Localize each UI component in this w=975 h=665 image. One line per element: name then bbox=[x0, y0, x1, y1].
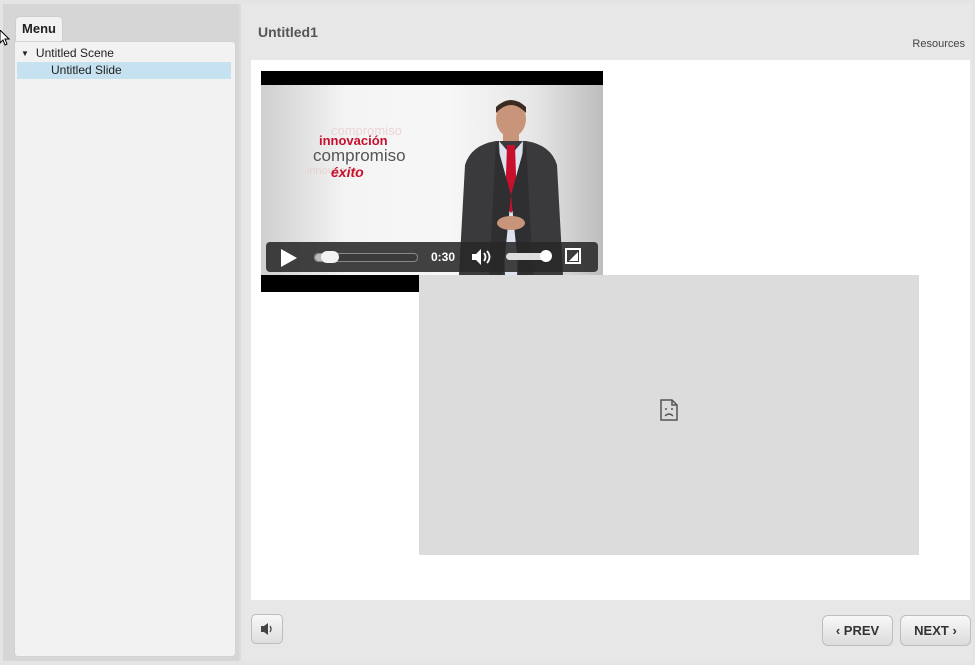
volume-icon[interactable] bbox=[471, 248, 495, 266]
seek-handle[interactable] bbox=[321, 251, 340, 263]
resources-link[interactable]: Resources bbox=[912, 38, 965, 50]
sidebar: Menu ▼ Untitled Scene Untitled Slide bbox=[3, 4, 239, 661]
video-letterbox bbox=[261, 277, 419, 291]
next-button[interactable]: NEXT › bbox=[900, 615, 971, 646]
menu-tab[interactable]: Menu bbox=[15, 16, 63, 43]
overlay-word: éxito bbox=[331, 164, 364, 180]
video-controls: 0:30 bbox=[266, 242, 598, 272]
slide-stage: compromiso innovación innovación comprom… bbox=[251, 60, 970, 600]
overlay-word: compromiso bbox=[313, 146, 406, 165]
prev-label: PREV bbox=[843, 623, 880, 638]
course-title: Untitled1 bbox=[258, 24, 318, 40]
menu-panel: ▼ Untitled Scene Untitled Slide bbox=[14, 41, 236, 657]
slide-item[interactable]: Untitled Slide bbox=[17, 62, 231, 79]
volume-handle[interactable] bbox=[540, 250, 552, 262]
expand-arrow-icon[interactable]: ▼ bbox=[21, 45, 29, 62]
play-icon[interactable] bbox=[281, 249, 297, 267]
speaker-icon bbox=[261, 623, 272, 635]
chevron-left-icon: ‹ bbox=[835, 623, 841, 638]
seek-bar[interactable] bbox=[314, 251, 418, 263]
fullscreen-icon[interactable] bbox=[565, 248, 581, 264]
chevron-right-icon: › bbox=[952, 623, 957, 638]
broken-page-icon bbox=[660, 399, 678, 421]
web-object-placeholder bbox=[419, 275, 919, 555]
mute-button[interactable] bbox=[251, 614, 283, 644]
prev-button[interactable]: ‹ PREV bbox=[822, 615, 893, 646]
video-time: 0:30 bbox=[431, 250, 456, 264]
mouse-cursor-icon bbox=[0, 30, 10, 46]
scene-label: Untitled Scene bbox=[35, 46, 114, 60]
video-player[interactable]: compromiso innovación innovación comprom… bbox=[261, 71, 603, 292]
next-label: NEXT bbox=[914, 623, 949, 638]
slide-label: Untitled Slide bbox=[51, 63, 122, 77]
main-area: Untitled1 Resources compromiso innovació… bbox=[241, 4, 972, 661]
scene-item[interactable]: ▼ Untitled Scene bbox=[21, 45, 231, 62]
volume-slider[interactable] bbox=[506, 250, 552, 262]
